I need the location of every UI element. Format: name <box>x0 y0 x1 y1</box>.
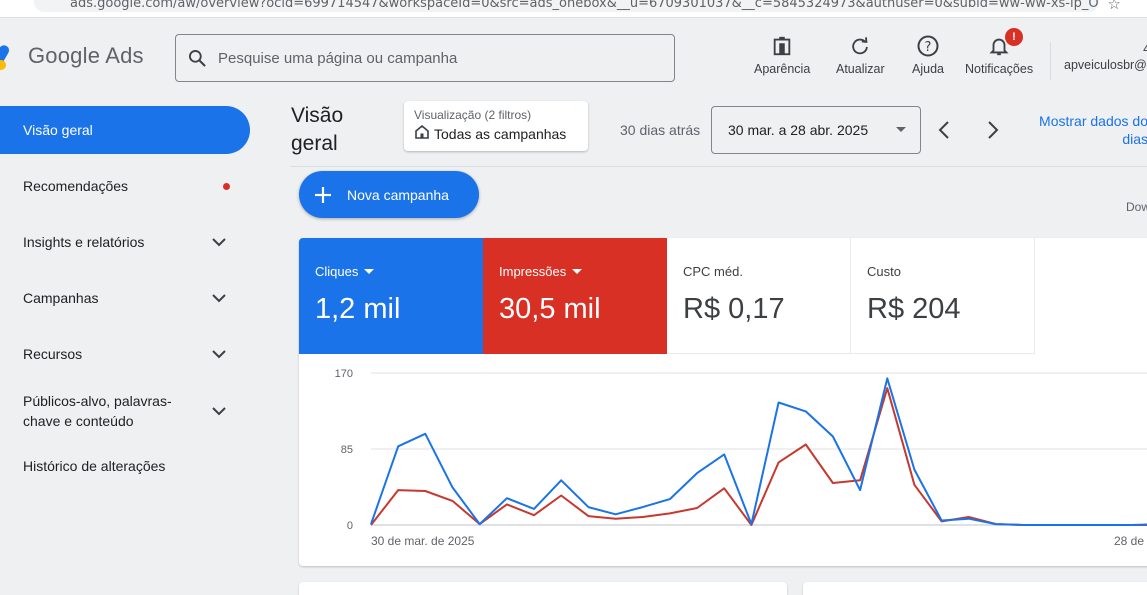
metric-value: 1,2 mil <box>315 293 401 325</box>
nav-insights[interactable]: Insights e relatórios <box>0 232 250 252</box>
nav-audiences[interactable]: Públicos-alvo, palavras-chave e conteúdo <box>0 390 250 432</box>
x-tick-label: 28 de <box>1114 534 1144 548</box>
svg-text:?: ? <box>925 40 932 55</box>
notification-badge: ! <box>1005 28 1023 46</box>
metric-value: R$ 0,17 <box>683 293 785 325</box>
help-icon: ? <box>916 32 940 60</box>
y-tick-label: 170 <box>335 368 353 380</box>
account-email: apveiculosbr@ <box>1064 58 1147 72</box>
metric-cost[interactable]: Custo R$ 204 <box>851 238 1035 354</box>
lower-card-left <box>299 582 787 595</box>
dropdown-caret-icon <box>364 269 375 274</box>
date-range-select[interactable]: 30 mar. a 28 abr. 2025 <box>711 106 921 154</box>
logo-text: Google Ads <box>28 43 144 68</box>
metric-clicks[interactable]: Cliques 1,2 mil <box>299 238 483 354</box>
google-ads-logo[interactable]: Google Ads <box>0 42 144 70</box>
notifications-button[interactable]: ! Notificações <box>965 28 1033 76</box>
chevron-down-icon <box>212 290 226 306</box>
performance-line-chart: 170 85 0 30 de mar. de 2025 28 de <box>335 368 1147 548</box>
filter-scope: Todas as campanhas <box>434 125 567 142</box>
search-placeholder: Pesquise uma página ou campanha <box>218 49 458 67</box>
account-switcher[interactable]: 445 apveiculosbr@ <box>1064 42 1147 72</box>
header-divider-line <box>290 166 1147 167</box>
y-tick-label: 85 <box>341 444 353 456</box>
bookmark-star-icon[interactable]: ☆ <box>1108 0 1121 13</box>
days-ago-label: 30 dias atrás <box>620 122 701 138</box>
dropdown-caret-icon <box>572 269 583 274</box>
x-tick-label: 30 de mar. de 2025 <box>371 534 475 548</box>
lower-card-right <box>803 582 1147 595</box>
new-campaign-button[interactable]: Nova campanha <box>299 171 479 218</box>
chevron-down-icon <box>212 346 226 362</box>
chevron-left-icon <box>938 121 949 139</box>
nav-change-history[interactable]: Histórico de alterações <box>0 456 250 476</box>
prev-period-button[interactable] <box>932 118 956 142</box>
y-tick-label: 0 <box>347 520 353 532</box>
filter-count: Visualização (2 filtros) <box>414 108 532 122</box>
search-box[interactable]: Pesquise uma página ou campanha <box>175 34 675 82</box>
chevron-right-icon <box>988 121 999 139</box>
metric-value: 30,5 mil <box>499 293 601 325</box>
chevron-down-icon <box>212 234 226 250</box>
nav-overview[interactable]: Visão geral <box>0 106 250 154</box>
browser-url-strip: ads.google.com/aw/overview?ocid=69971454… <box>0 0 1147 18</box>
plus-icon <box>299 186 347 204</box>
address-bar[interactable]: ads.google.com/aw/overview?ocid=69971454… <box>34 0 1099 12</box>
metric-value: R$ 204 <box>867 293 961 325</box>
series-line <box>370 387 1147 526</box>
left-nav: Visão geral Recomendações Insights e rel… <box>0 100 270 595</box>
header-divider <box>1050 42 1051 80</box>
help-button[interactable]: ? Ajuda <box>912 32 944 76</box>
refresh-button[interactable]: Atualizar <box>836 32 885 76</box>
next-period-button[interactable] <box>981 118 1005 142</box>
account-number: 445 <box>1143 42 1147 56</box>
series-line <box>370 377 1147 526</box>
appearance-button[interactable]: Aparência <box>754 32 810 76</box>
nav-campaigns[interactable]: Campanhas <box>0 288 250 308</box>
performance-card: Cliques 1,2 mil Impressões 30,5 mil CPC … <box>299 238 1147 566</box>
page-title: Visão geral <box>291 104 344 155</box>
top-header: Google Ads Pesquise uma página ou campan… <box>0 18 1147 96</box>
appearance-icon <box>771 32 793 60</box>
chevron-down-icon <box>212 403 226 419</box>
home-icon <box>414 124 430 142</box>
view-filter-chip[interactable]: Visualização (2 filtros) Todas as campan… <box>404 101 588 151</box>
metric-tiles: Cliques 1,2 mil Impressões 30,5 mil CPC … <box>299 238 1035 354</box>
search-icon <box>176 48 218 68</box>
ads-logo-icon <box>0 42 16 70</box>
metric-impressions[interactable]: Impressões 30,5 mil <box>483 238 667 354</box>
recommendation-dot <box>223 182 230 190</box>
show-data-link[interactable]: Mostrar dados do dias <box>1028 112 1147 148</box>
dropdown-caret-icon <box>896 127 906 132</box>
nav-assets[interactable]: Recursos <box>0 344 250 364</box>
refresh-icon <box>849 32 871 60</box>
metric-avg-cpc[interactable]: CPC méd. R$ 0,17 <box>667 238 851 354</box>
download-link[interactable]: Dow <box>1126 200 1147 214</box>
nav-recommendations[interactable]: Recomendações <box>0 176 250 196</box>
